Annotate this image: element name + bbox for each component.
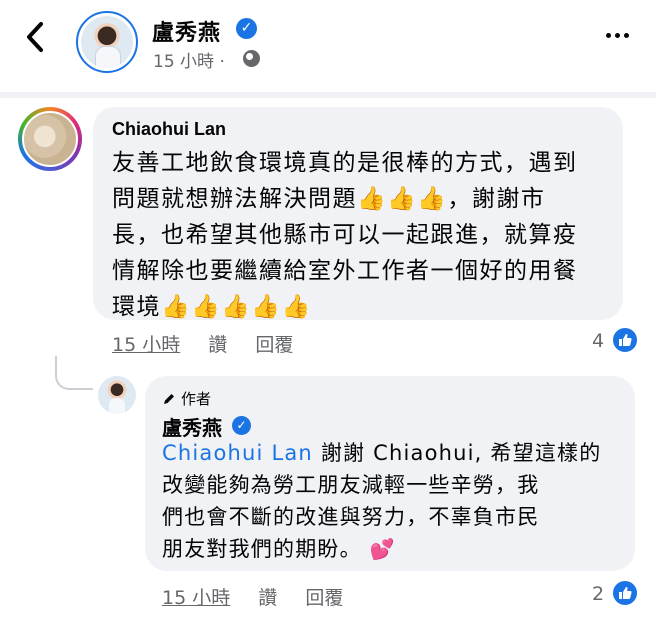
comment-actions: 15 小時 讚 回覆 [112, 330, 315, 357]
reply-text: Chiaohui Lan 謝謝 Chiaohui, 希望這樣的 改變能夠為勞工朋… [162, 437, 632, 565]
reply-time-link[interactable]: 15 小時 [162, 587, 230, 609]
commenter-avatar[interactable] [18, 107, 82, 171]
reply-reply-button[interactable]: 回覆 [305, 587, 343, 609]
comment-reply-button[interactable]: 回覆 [255, 334, 293, 356]
comment-line: 問題就想辦法解決問題👍👍👍，謝謝市 [112, 186, 546, 212]
reply-author-avatar[interactable] [98, 376, 136, 414]
poster-avatar-image [81, 16, 133, 68]
more-options-button[interactable] [606, 33, 629, 38]
comment-line: 長，也希望其他縣市可以一起跟進，就算疫 [112, 222, 578, 248]
mention-link[interactable]: Chiaohui Lan [162, 441, 313, 465]
reply-reaction-count[interactable]: 2 [592, 583, 604, 605]
reply-line: Chiaohui Lan 謝謝 Chiaohui, 希望這樣的 [162, 441, 602, 465]
poster-name[interactable]: 盧秀燕 [152, 15, 221, 47]
reply-like-button[interactable]: 讚 [258, 587, 277, 609]
comment-time-link[interactable]: 15 小時 [112, 334, 180, 356]
header-divider [0, 92, 656, 98]
pencil-icon [164, 393, 174, 404]
reply-line: 們也會不斷的改進與努力，不辜負市民 [162, 505, 540, 529]
verified-badge-icon: ✓ [232, 416, 251, 435]
thumbs-up-icon [619, 587, 632, 599]
reply-line: 朋友對我們的期盼。 💕 [162, 537, 396, 561]
more-horizontal-icon [606, 33, 611, 38]
reply-line: 改變能夠為勞工朋友減輕一些辛勞，我 [162, 473, 540, 497]
like-reaction-icon[interactable] [612, 327, 638, 353]
comment-reaction-count[interactable]: 4 [592, 330, 604, 352]
chevron-left-icon [27, 22, 43, 52]
commenter-avatar-image [22, 111, 78, 167]
post-time[interactable]: 15 小時 · [153, 47, 225, 72]
author-badge-label: 作者 [181, 390, 212, 408]
comment-like-button[interactable]: 讚 [208, 334, 227, 356]
author-badge: 作者 [162, 388, 211, 409]
comment-author[interactable]: Chiaohui Lan [112, 119, 226, 140]
comment-line: 情解除也要繼續給室外工作者一個好的用餐 [112, 258, 578, 284]
poster-avatar[interactable] [76, 11, 138, 73]
comment-line: 友善工地飲食環境真的是很棒的方式，遇到 [112, 150, 578, 176]
reply-thread-line [55, 356, 93, 390]
reply-actions: 15 小時 讚 回覆 [162, 583, 365, 610]
thumbs-up-icon [619, 334, 632, 346]
back-button[interactable] [22, 20, 48, 54]
comment-text: 友善工地飲食環境真的是很棒的方式，遇到 問題就想辦法解決問題👍👍👍，謝謝市 長，… [112, 145, 612, 325]
comment-line: 環境👍👍👍👍👍 [112, 294, 312, 320]
hearts-emoji: 💕 [369, 537, 396, 561]
verified-badge-icon: ✓ [236, 18, 257, 39]
like-reaction-icon[interactable] [612, 580, 638, 606]
globe-icon [243, 50, 260, 67]
